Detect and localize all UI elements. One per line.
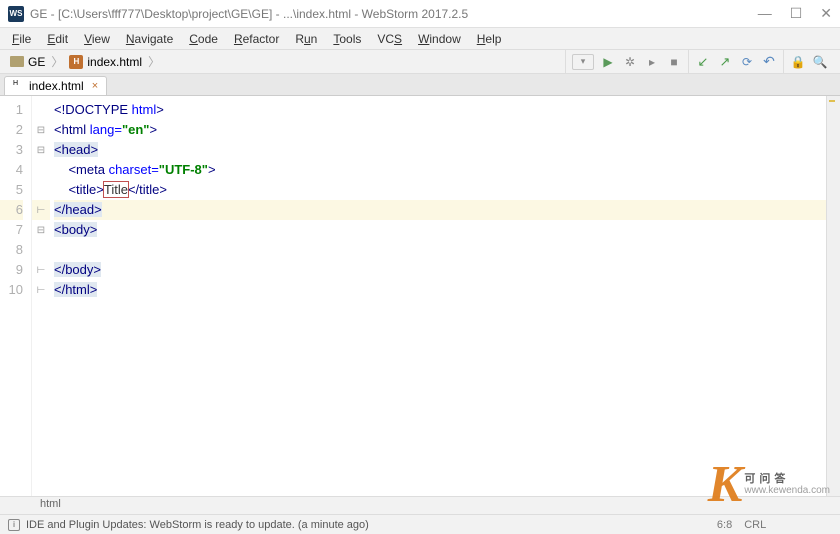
status-line-separator[interactable]: CRL [744, 519, 766, 531]
line-number: 4 [0, 160, 23, 180]
breadcrumb-file[interactable]: H index.html [65, 55, 146, 69]
watermark-logo: K 可问答 www.kewenda.com [708, 455, 830, 514]
code-area[interactable]: <!DOCTYPE html> <html lang="en"> <head> … [50, 96, 840, 496]
statusbar: i IDE and Plugin Updates: WebStorm is re… [0, 514, 840, 534]
menubar: File Edit View Navigate Code Refactor Ru… [0, 28, 840, 50]
menu-view[interactable]: View [76, 30, 118, 48]
chevron-right-icon: 〉 [51, 53, 63, 70]
run-config-dropdown[interactable]: ▾ [572, 54, 594, 70]
watermark-k-icon: K [708, 455, 743, 514]
line-number: 7 [0, 220, 23, 240]
line-number: 3 [0, 140, 23, 160]
line-gutter: 1 2 3 4 5 6 7 8 9 10 [0, 96, 32, 496]
window-title: GE - [C:\Users\fff777\Desktop\project\GE… [30, 7, 758, 21]
line-number: 2 [0, 120, 23, 140]
watermark-url: www.kewenda.com [744, 485, 830, 497]
debug-button[interactable]: ✲ [622, 54, 638, 70]
menu-tools[interactable]: Tools [325, 30, 369, 48]
line-number: 6 [0, 200, 23, 220]
line-number: 9 [0, 260, 23, 280]
vcs-commit-button[interactable]: ↗ [717, 54, 733, 70]
breadcrumb-root[interactable]: GE [6, 55, 49, 69]
menu-navigate[interactable]: Navigate [118, 30, 181, 48]
folder-icon [10, 56, 24, 67]
fold-handle[interactable]: ⊟ [32, 220, 50, 240]
status-message[interactable]: IDE and Plugin Updates: WebStorm is read… [26, 519, 369, 531]
menu-window[interactable]: Window [410, 30, 469, 48]
chevron-right-icon: 〉 [148, 53, 160, 70]
tab-label: index.html [29, 79, 84, 93]
vcs-update-button[interactable]: ↙ [695, 54, 711, 70]
titlebar: WS GE - [C:\Users\fff777\Desktop\project… [0, 0, 840, 28]
fold-column: ⊟ ⊟ ⊢ ⊟ ⊢ ⊢ [32, 96, 50, 496]
tab-index-html[interactable]: H index.html × [4, 76, 107, 95]
lock-icon[interactable]: 🔒 [790, 54, 806, 70]
webstorm-icon: WS [8, 6, 24, 22]
tab-close-button[interactable]: × [92, 80, 98, 92]
coverage-button[interactable]: ▸ [644, 54, 660, 70]
line-number: 8 [0, 240, 23, 260]
breadcrumb-file-label: index.html [87, 55, 142, 69]
fold-handle[interactable]: ⊟ [32, 120, 50, 140]
breadcrumb-root-label: GE [28, 55, 45, 69]
line-number: 1 [0, 100, 23, 120]
line-number: 10 [0, 280, 23, 300]
menu-refactor[interactable]: Refactor [226, 30, 287, 48]
maximize-button[interactable]: ☐ [790, 5, 803, 22]
watermark-cn: 可问答 [744, 473, 830, 485]
navigation-bar: GE 〉 H index.html 〉 ▾ ▶ ✲ ▸ ■ ↙ ↗ ⟳ ↶ 🔒 … [0, 50, 840, 74]
menu-vcs[interactable]: VCS [369, 30, 410, 48]
menu-run[interactable]: Run [287, 30, 325, 48]
search-button[interactable]: 🔍 [812, 54, 828, 70]
vcs-history-button[interactable]: ⟳ [739, 54, 755, 70]
html-file-icon: H [69, 55, 83, 69]
editor-tabs: H index.html × [0, 74, 840, 96]
menu-code[interactable]: Code [181, 30, 226, 48]
html-file-icon: H [13, 80, 25, 92]
stop-button[interactable]: ■ [666, 54, 682, 70]
run-button[interactable]: ▶ [600, 54, 616, 70]
minimize-button[interactable]: — [758, 5, 772, 22]
close-button[interactable]: ✕ [820, 5, 832, 22]
vertical-scrollbar[interactable] [826, 96, 840, 496]
status-caret-position[interactable]: 6:8 [717, 519, 732, 531]
menu-edit[interactable]: Edit [39, 30, 76, 48]
vcs-revert-button[interactable]: ↶ [761, 54, 777, 70]
menu-file[interactable]: File [4, 30, 39, 48]
fold-handle[interactable]: ⊟ [32, 140, 50, 160]
notification-icon[interactable]: i [8, 519, 20, 531]
editor: 1 2 3 4 5 6 7 8 9 10 ⊟ ⊟ ⊢ ⊟ ⊢ ⊢ <!DOCTY… [0, 96, 840, 496]
menu-help[interactable]: Help [469, 30, 510, 48]
line-number: 5 [0, 180, 23, 200]
